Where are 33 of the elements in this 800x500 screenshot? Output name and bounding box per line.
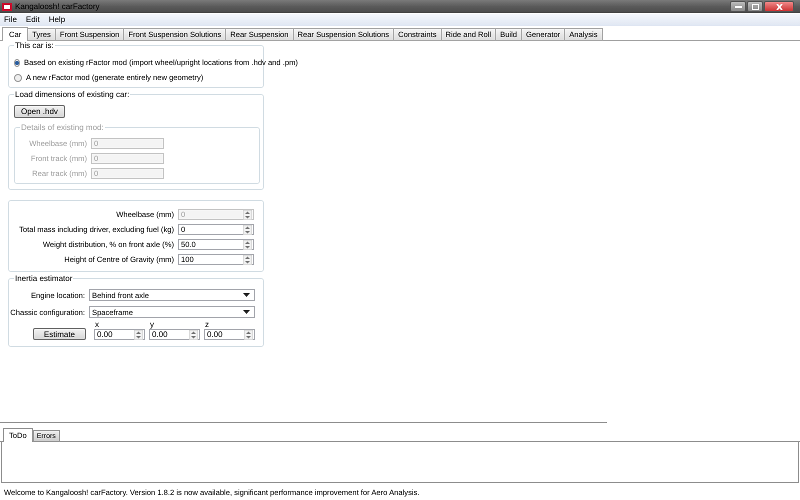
group-title: Load dimensions of existing car:	[14, 90, 130, 99]
number-field[interactable]: 0.00	[94, 329, 145, 340]
spin-icon[interactable]	[243, 224, 252, 234]
window-title: Kangaloosh! carFactory	[15, 2, 100, 11]
spin-icon[interactable]	[244, 330, 253, 340]
minimize-button[interactable]	[730, 1, 746, 12]
menu-item[interactable]: Help	[48, 15, 66, 24]
number-field[interactable]: 0.00	[204, 329, 255, 340]
axis-label: x	[94, 320, 100, 329]
spin-icon[interactable]	[243, 254, 252, 264]
maximize-button[interactable]	[747, 1, 763, 12]
axis-label: z	[204, 320, 210, 329]
caret-icon[interactable]	[243, 310, 250, 314]
group-title: This car is:	[14, 41, 55, 50]
number-field[interactable]: 0.00	[149, 329, 200, 340]
axis-label: y	[149, 320, 155, 329]
group-title: Details of existing mod:	[20, 123, 105, 132]
caret-icon[interactable]	[243, 293, 250, 297]
maximize-icon	[752, 4, 758, 10]
open-hdv-button[interactable]: Open .hdv	[14, 105, 65, 118]
radio-button[interactable]	[14, 74, 22, 82]
radio-button[interactable]	[14, 58, 20, 66]
minimize-icon	[734, 5, 742, 8]
close-icon	[776, 4, 782, 10]
estimate-button[interactable]: Estimate	[32, 328, 86, 340]
menu-item[interactable]: Edit	[24, 15, 41, 24]
spin-icon[interactable]	[134, 330, 143, 340]
spin-icon[interactable]	[189, 330, 198, 340]
app-logo-icon	[2, 2, 12, 10]
group-title: Inertia estimator	[14, 274, 74, 283]
spin-icon[interactable]	[243, 240, 252, 250]
menu-item[interactable]: File	[3, 15, 18, 24]
close-button[interactable]	[764, 1, 794, 12]
